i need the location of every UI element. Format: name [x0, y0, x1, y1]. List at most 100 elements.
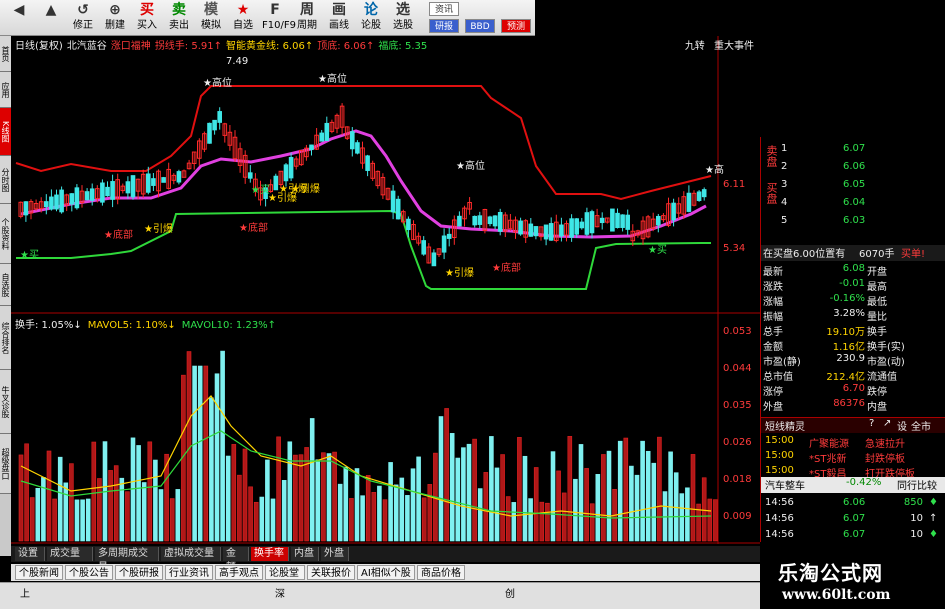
volume-bar	[533, 467, 539, 542]
volume-bar	[690, 454, 696, 542]
volume-bar	[561, 492, 567, 542]
toolbar-button[interactable]: 模模拟	[198, 1, 224, 35]
volume-bar	[483, 472, 489, 542]
toolbar-button[interactable]: ↺ 修正	[70, 1, 96, 35]
stat-value: 3.28%	[833, 308, 865, 319]
candle-body	[105, 186, 110, 197]
volume-bar	[556, 470, 561, 542]
toolbar-tag[interactable]: BBD	[465, 19, 495, 33]
candle-body	[589, 211, 595, 234]
toolbar-button[interactable]: ◀	[6, 1, 32, 35]
toolbar-button[interactable]: 论论股	[358, 1, 384, 35]
indicator-value: 智能黄金线: 6.06↑	[226, 41, 314, 52]
volume-bar	[685, 487, 690, 542]
orderbook-level: 1	[781, 143, 788, 154]
candle-body	[656, 215, 661, 226]
sector-row[interactable]: 汽车整车 -0.42% 同行比较	[761, 477, 945, 493]
watermark-title: 乐淘公式网	[778, 561, 883, 585]
sector-compare-link[interactable]: 同行比较	[897, 477, 937, 492]
info-tab[interactable]: 个股新闻	[15, 565, 63, 580]
indicator-tab[interactable]: 设置	[15, 547, 45, 561]
status-cy[interactable]: 创	[505, 585, 515, 600]
indicator-tab[interactable]: 成交量	[47, 547, 93, 561]
statusbar: 上 深 创	[0, 582, 760, 609]
elves-button[interactable]: 全市	[911, 418, 931, 433]
candle-body	[84, 191, 90, 201]
toolbar-button[interactable]: ⊕ 删建	[102, 1, 128, 35]
volume-bar	[29, 497, 35, 542]
status-sh[interactable]: 上	[20, 585, 30, 600]
info-tab[interactable]: AI相似个股	[357, 565, 415, 580]
toolbar-button[interactable]: F F10/F9	[262, 1, 296, 35]
info-tab[interactable]: 行业资讯	[165, 565, 213, 580]
side-tab[interactable]: 牛叉诊股	[0, 370, 11, 434]
indicator-tab[interactable]: 虚拟成交量	[161, 547, 221, 561]
elves-button[interactable]: 设	[897, 418, 907, 433]
volume-bar	[427, 484, 433, 542]
stat-value: 230.9	[836, 353, 865, 364]
elves-item[interactable]: 15:00 广聚能源 急速拉升	[761, 435, 945, 451]
sector-name: 汽车整车	[765, 481, 805, 492]
info-tab[interactable]: 高手观点	[215, 565, 263, 580]
candle-body	[319, 132, 324, 142]
info-tab[interactable]: 个股研报	[115, 565, 163, 580]
volume-bar	[405, 495, 410, 542]
side-tab[interactable]: 自选股	[0, 264, 11, 306]
candle-body	[161, 177, 166, 183]
info-tab[interactable]: 论股堂	[265, 565, 305, 580]
elves-button[interactable]: ↗	[883, 418, 891, 429]
kline-chart[interactable]: 日线(复权) 北汽蓝谷 涨口福神 拐线手: 5.91↑ 智能黄金线: 6.06↑ 顶底: …	[11, 36, 760, 544]
big-order-alert[interactable]: 在买盘6.00位置有 6070手 买单!	[761, 245, 945, 261]
volume-bar	[119, 477, 125, 542]
toolbar-button[interactable]: 买买入	[134, 1, 160, 35]
indicator-tab[interactable]: 金额	[223, 547, 249, 573]
major-event-button[interactable]: 重大事件	[714, 41, 754, 52]
current-price-label: 6.11	[723, 179, 746, 190]
toolbar-label: F10/F9	[262, 20, 296, 31]
indicator-tab[interactable]: 内盘	[291, 547, 319, 561]
status-sz[interactable]: 深	[275, 585, 285, 600]
toolbar-tag[interactable]: 预测	[501, 19, 531, 33]
candle-body	[350, 131, 355, 150]
toolbar-button[interactable]: 选选股	[390, 1, 416, 35]
info-tab[interactable]: 商品价格	[417, 565, 465, 580]
candle-body	[176, 171, 182, 183]
elves-button[interactable]: ?	[869, 418, 874, 429]
toolbar-tag[interactable]: 资讯	[429, 2, 459, 16]
axis-tick-label: 0.053	[723, 326, 752, 337]
info-tab[interactable]: 关联报价	[307, 565, 355, 580]
orderbook-row: 1 6.07	[761, 143, 945, 159]
toolbar-button[interactable]: 周周期	[294, 1, 320, 35]
indicator-tab[interactable]: 换手率	[251, 547, 289, 561]
indicator-tab[interactable]: 外盘	[321, 547, 349, 561]
candle-body	[543, 224, 549, 240]
orderbook-price: 6.07	[843, 143, 866, 154]
axis-tick-label: 0.044	[723, 363, 752, 374]
indicator-tab[interactable]: 多周期成交量	[95, 547, 159, 573]
side-tab[interactable]: 个股资料	[0, 204, 11, 264]
side-tab[interactable]: 首页	[0, 36, 11, 72]
side-tab[interactable]: 超级盘口	[0, 434, 11, 494]
toolbar-button[interactable]: ★ 自选	[230, 1, 256, 35]
axis-tick-label: 0.018	[723, 474, 752, 485]
candle-body	[74, 187, 80, 209]
info-tab[interactable]: 个股公告	[65, 565, 113, 580]
side-tab[interactable]: K线图	[0, 108, 11, 156]
stat-value: 19.10万	[826, 327, 865, 338]
lower-channel-line	[16, 209, 711, 290]
volume-bar	[421, 497, 427, 542]
side-tab[interactable]: 分时图	[0, 156, 11, 204]
elves-item[interactable]: 15:00 *ST兆新 封跌停板	[761, 450, 945, 466]
toolbar-button[interactable]: 画画线	[326, 1, 352, 35]
volume-bar	[141, 482, 147, 542]
toolbar-tag[interactable]: 研报	[429, 19, 459, 33]
jiuzhuan-button[interactable]: 九转	[685, 41, 705, 52]
side-tab[interactable]: 综合排名	[0, 306, 11, 370]
volume-bar	[461, 447, 466, 542]
toolbar-icon: 选	[396, 2, 410, 18]
side-tab[interactable]: 应用	[0, 72, 11, 108]
toolbar-button[interactable]: 卖卖出	[166, 1, 192, 35]
candle-body	[217, 111, 222, 123]
candle-body	[49, 196, 54, 210]
toolbar-button[interactable]: ▲	[38, 1, 64, 35]
